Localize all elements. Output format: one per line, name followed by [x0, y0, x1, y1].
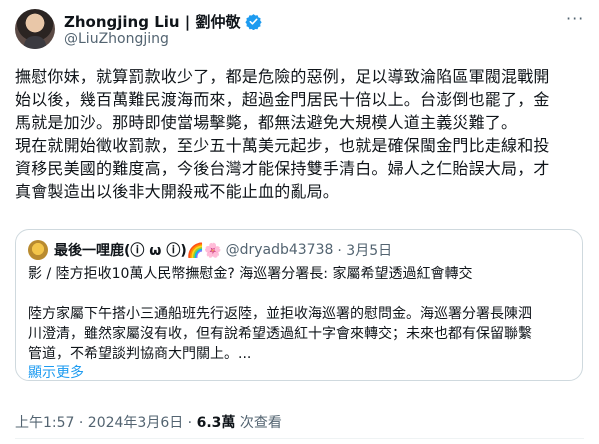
- tweet-text: 撫慰你妹，就算罰款收少了，都是危險的惡例，足以導致淪陷區軍閥混戰開 始以後，幾百…: [15, 67, 550, 201]
- views-count: 6.3萬: [196, 415, 236, 431]
- quoted-tweet-header: 最後一哩鹿(ⓘ ω ⓘ)🌈🌸 @dryadb43738 · 3月5日: [28, 240, 392, 260]
- show-more-link[interactable]: 顯示更多: [28, 362, 84, 382]
- views-label: 次查看: [235, 415, 282, 431]
- author-handle[interactable]: @LiuZhongjing: [64, 31, 169, 47]
- avatar[interactable]: [15, 9, 55, 49]
- author-name[interactable]: Zhongjing Liu | 劉仲敬: [64, 11, 241, 32]
- more-icon[interactable]: ···: [566, 11, 584, 27]
- quoted-avatar[interactable]: [28, 240, 48, 260]
- tweet-meta: 上午1:57 · 2024年3月6日 · 6.3萬 次查看: [15, 412, 282, 432]
- divider: [15, 438, 584, 439]
- timestamp[interactable]: 上午1:57 · 2024年3月6日 ·: [15, 415, 197, 431]
- verified-badge-icon: [244, 14, 262, 30]
- quoted-author-handle[interactable]: @dryadb43738: [226, 242, 334, 258]
- quoted-tweet[interactable]: 最後一哩鹿(ⓘ ω ⓘ)🌈🌸 @dryadb43738 · 3月5日 影 / 陸…: [15, 229, 583, 381]
- quoted-date[interactable]: · 3月5日: [337, 240, 392, 260]
- quoted-tweet-text: 影 / 陸方拒收10萬人民幣撫慰金? 海巡署分署長: 家屬希望透過紅會轉交 陸方…: [28, 266, 532, 362]
- author-row[interactable]: Zhongjing Liu | 劉仲敬: [64, 11, 262, 32]
- quoted-author-name[interactable]: 最後一哩鹿(ⓘ ω ⓘ)🌈🌸: [54, 240, 222, 260]
